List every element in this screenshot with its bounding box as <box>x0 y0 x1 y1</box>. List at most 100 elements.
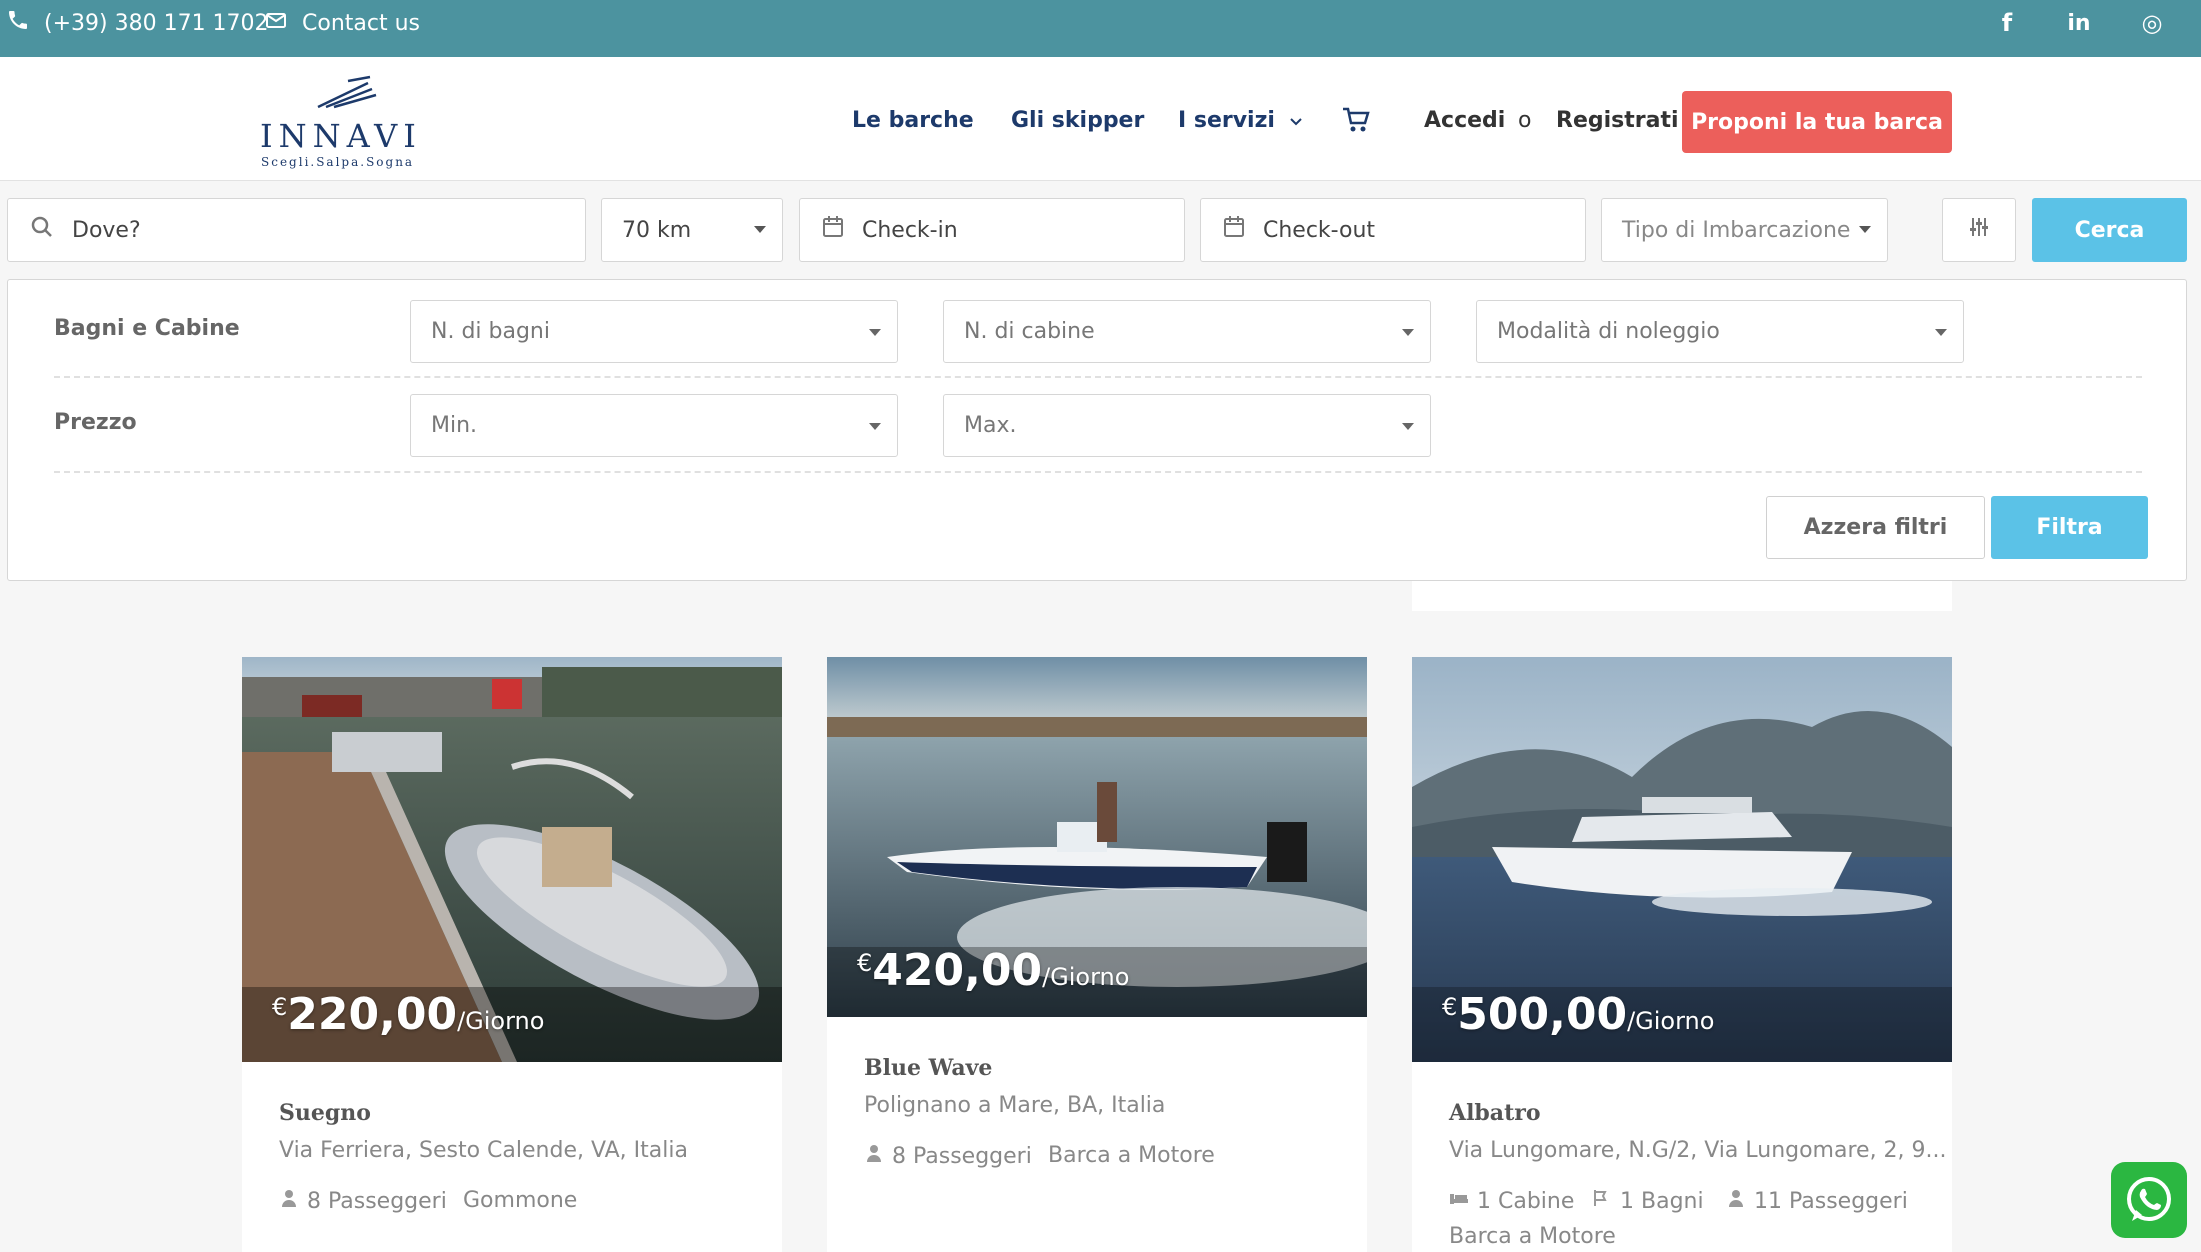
price-tag: € 500,00 /Giorno <box>1442 989 1714 1040</box>
checkout-label: Check-out <box>1263 217 1376 243</box>
caret-down-icon <box>1402 329 1414 336</box>
listing-title[interactable]: Blue Wave <box>864 1055 992 1081</box>
baths-placeholder: N. di bagni <box>431 319 550 344</box>
price-amount: 220,00 <box>287 989 458 1040</box>
listing-card[interactable]: € 220,00 /Giorno Suegno Via Ferriera, Se… <box>242 657 782 1252</box>
instagram-icon[interactable]: ◎ <box>2137 8 2167 38</box>
linkedin-icon[interactable]: in <box>2064 8 2094 38</box>
caret-down-icon <box>754 226 766 233</box>
rental-mode-select[interactable]: Modalità di noleggio <box>1476 300 1964 363</box>
price-period: /Giorno <box>1627 1007 1715 1035</box>
price-tag: € 420,00 /Giorno <box>857 945 1129 996</box>
logo-tagline: Scegli.Salpa.Sogna <box>261 155 415 169</box>
baths-count: 1 Bagni <box>1620 1188 1704 1214</box>
contact-label: Contact us <box>302 10 420 36</box>
passengers-feature: 11 Passeggeri <box>1726 1188 1908 1214</box>
price-amount: 500,00 <box>1457 989 1628 1040</box>
advanced-filters-toggle[interactable] <box>1942 198 2016 262</box>
nav-services-label: I servizi <box>1178 107 1275 133</box>
price-currency: € <box>272 993 288 1021</box>
price-amount: 420,00 <box>872 945 1043 996</box>
radius-select[interactable]: 70 km <box>601 198 783 262</box>
checkin-label: Check-in <box>862 217 958 243</box>
listing-address: Via Lungomare, N.G/2, Via Lungomare, 2, … <box>1449 1138 1947 1163</box>
divider <box>54 471 2142 473</box>
boat-type-feature: Barca a Motore <box>1449 1224 1616 1249</box>
apply-filters-button[interactable]: Filtra <box>1991 496 2148 559</box>
boat-type-feature: Barca a Motore <box>1048 1143 1215 1168</box>
calendar-icon <box>1223 215 1245 245</box>
boat-type-select[interactable]: Tipo di Imbarcazione <box>1601 198 1888 262</box>
phone-contact[interactable]: (+39) 380 171 1702 <box>6 0 269 46</box>
cart-icon[interactable] <box>1342 100 1370 140</box>
calendar-icon <box>822 215 844 245</box>
passengers-feature: 8 Passeggeri <box>279 1188 447 1214</box>
user-icon <box>279 1188 307 1214</box>
phone-icon <box>6 8 30 38</box>
caret-down-icon <box>869 423 881 430</box>
listing-title[interactable]: Albatro <box>1449 1100 1541 1126</box>
price-currency: € <box>857 949 873 977</box>
listing-title[interactable]: Suegno <box>279 1100 371 1126</box>
checkout-field[interactable]: Check-out <box>1200 198 1586 262</box>
cabins-count: 1 Cabine <box>1477 1188 1575 1214</box>
facebook-icon[interactable]: f <box>1992 8 2022 38</box>
price-period: /Giorno <box>457 1007 545 1035</box>
listing-card[interactable]: € 420,00 /Giorno Blue Wave Polignano a M… <box>827 657 1367 1252</box>
caret-down-icon <box>869 329 881 336</box>
search-button[interactable]: Cerca <box>2032 198 2187 262</box>
nav-login[interactable]: Accedi <box>1424 100 1505 140</box>
max-price-select[interactable]: Max. <box>943 394 1431 457</box>
nav-separator: o <box>1518 107 1532 133</box>
passengers-count: 8 Passeggeri <box>307 1188 447 1214</box>
baths-select[interactable]: N. di bagni <box>410 300 898 363</box>
caret-down-icon <box>1935 329 1947 336</box>
propose-boat-button[interactable]: Proponi la tua barca <box>1682 91 1952 153</box>
user-icon <box>864 1143 892 1169</box>
cabins-select[interactable]: N. di cabine <box>943 300 1431 363</box>
cabins-placeholder: N. di cabine <box>964 319 1095 344</box>
caret-down-icon <box>1402 423 1414 430</box>
bath-icon <box>1592 1188 1620 1214</box>
baths-feature: 1 Bagni <box>1592 1188 1704 1214</box>
radius-value: 70 km <box>622 217 692 243</box>
listing-card-partial <box>1412 581 1952 611</box>
search-icon <box>30 215 54 245</box>
price-currency: € <box>1442 993 1458 1021</box>
passengers-count: 11 Passeggeri <box>1754 1188 1908 1214</box>
nav-skippers[interactable]: Gli skipper <box>1011 100 1144 140</box>
min-price-select[interactable]: Min. <box>410 394 898 457</box>
listing-card[interactable]: € 500,00 /Giorno Albatro Via Lungomare, … <box>1412 657 1952 1252</box>
whatsapp-icon[interactable] <box>2111 1162 2187 1238</box>
cabins-feature: 1 Cabine <box>1449 1188 1574 1214</box>
user-icon <box>1726 1188 1754 1214</box>
logo-wordmark: INNAVI <box>260 117 422 155</box>
price-label: Prezzo <box>54 410 137 435</box>
listing-address: Via Ferriera, Sesto Calende, VA, Italia <box>279 1138 688 1163</box>
filters-panel: Bagni e Cabine N. di bagni N. di cabine … <box>7 279 2187 581</box>
chevron-down-icon <box>1289 108 1303 133</box>
phone-number: (+39) 380 171 1702 <box>44 10 269 36</box>
top-bar: (+39) 380 171 1702 Contact us f in ◎ <box>0 0 2201 57</box>
max-price-placeholder: Max. <box>964 413 1017 438</box>
where-placeholder: Dove? <box>72 217 141 243</box>
baths-cabins-label: Bagni e Cabine <box>54 316 240 341</box>
brand-logo[interactable]: INNAVI Scegli.Salpa.Sogna <box>258 75 418 170</box>
boat-type-feature: Gommone <box>463 1188 578 1213</box>
passengers-feature: 8 Passeggeri <box>864 1143 1032 1169</box>
checkin-field[interactable]: Check-in <box>799 198 1185 262</box>
boat-type-placeholder: Tipo di Imbarcazione <box>1622 217 1851 243</box>
nav-register[interactable]: Registrati <box>1556 100 1679 140</box>
contact-link[interactable]: Contact us <box>264 0 420 46</box>
nav-services[interactable]: I servizi <box>1178 100 1303 140</box>
logo-sails-icon <box>317 75 377 109</box>
bed-icon <box>1449 1188 1477 1214</box>
where-search-field[interactable]: Dove? <box>7 198 586 262</box>
sliders-icon <box>1968 216 1990 244</box>
price-tag: € 220,00 /Giorno <box>272 989 544 1040</box>
nav-boats[interactable]: Le barche <box>852 100 974 140</box>
listing-address: Polignano a Mare, BA, Italia <box>864 1093 1166 1118</box>
min-price-placeholder: Min. <box>431 413 478 438</box>
reset-filters-button[interactable]: Azzera filtri <box>1766 496 1985 559</box>
caret-down-icon <box>1859 226 1871 233</box>
